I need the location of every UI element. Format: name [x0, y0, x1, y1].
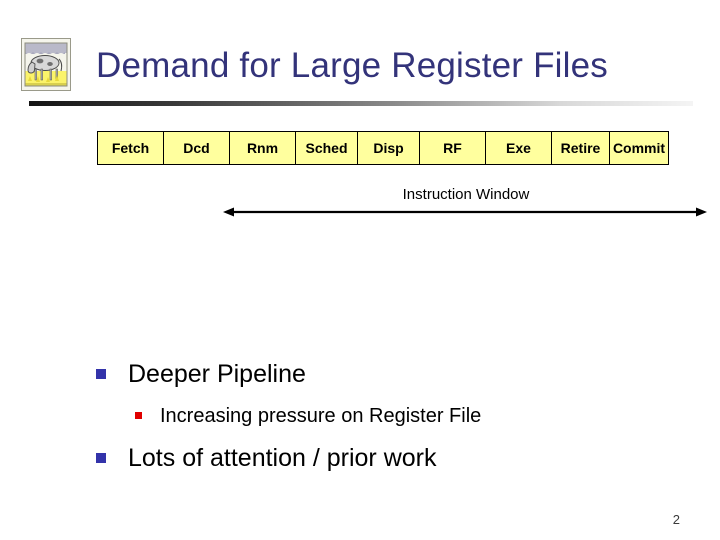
- bullet-square-icon: [96, 453, 106, 463]
- pipeline-stage-label: Dcd: [183, 140, 210, 156]
- title-divider: [29, 101, 693, 106]
- pipeline-stage-label: Sched: [305, 140, 348, 156]
- pipeline-stage-dcd: Dcd: [164, 132, 230, 164]
- bullet-text: Lots of attention / prior work: [128, 444, 437, 472]
- bullet-spacer: [96, 430, 696, 442]
- list-item: Lots of attention / prior work: [96, 442, 696, 474]
- pipeline-stage-label: RF: [443, 140, 462, 156]
- list-item: Increasing pressure on Register File: [135, 403, 696, 430]
- pipeline-stage-label: Fetch: [111, 140, 150, 156]
- pipeline-stage-rf: RF: [420, 132, 486, 164]
- page-title: Demand for Large Register Files: [96, 46, 608, 85]
- presentation-slide: Demand for Large Register Files Fetch Dcd…: [0, 0, 720, 540]
- list-item: Deeper Pipeline: [96, 358, 696, 390]
- pipeline-stage-sched: Sched: [296, 132, 358, 164]
- pipeline-stage-label: Commit: [612, 140, 666, 156]
- cow-grazing-logo-icon: [21, 38, 71, 91]
- instruction-window-label: Instruction Window: [402, 186, 530, 203]
- page-number: 2: [672, 512, 680, 527]
- bullet-spacer: [96, 390, 696, 403]
- bullet-text: Deeper Pipeline: [128, 360, 306, 388]
- pipeline-stage-disp: Disp: [358, 132, 420, 164]
- pipeline-stage-rnm: Rnm: [230, 132, 296, 164]
- bullet-text: Increasing pressure on Register File: [160, 405, 482, 427]
- pipeline-stage-retire: Retire: [552, 132, 610, 164]
- pipeline-stage-diagram: Fetch Dcd Rnm Sched Disp RF Exe Retire Commit: [97, 131, 669, 165]
- pipeline-stage-commit: Commit: [610, 132, 668, 164]
- bullet-list: Deeper Pipeline Increasing pressure on Re…: [96, 358, 696, 474]
- pipeline-stage-fetch: Fetch: [98, 132, 164, 164]
- double-headed-arrow-icon: [223, 207, 707, 217]
- bullet-square-icon: [135, 412, 142, 419]
- pipeline-stage-exe: Exe: [486, 132, 552, 164]
- pipeline-stage-label: Rnm: [246, 140, 279, 156]
- pipeline-stage-label: Disp: [373, 140, 404, 156]
- pipeline-stage-label: Retire: [560, 140, 601, 156]
- pipeline-stage-label: Exe: [506, 140, 531, 156]
- bullet-square-icon: [96, 369, 106, 379]
